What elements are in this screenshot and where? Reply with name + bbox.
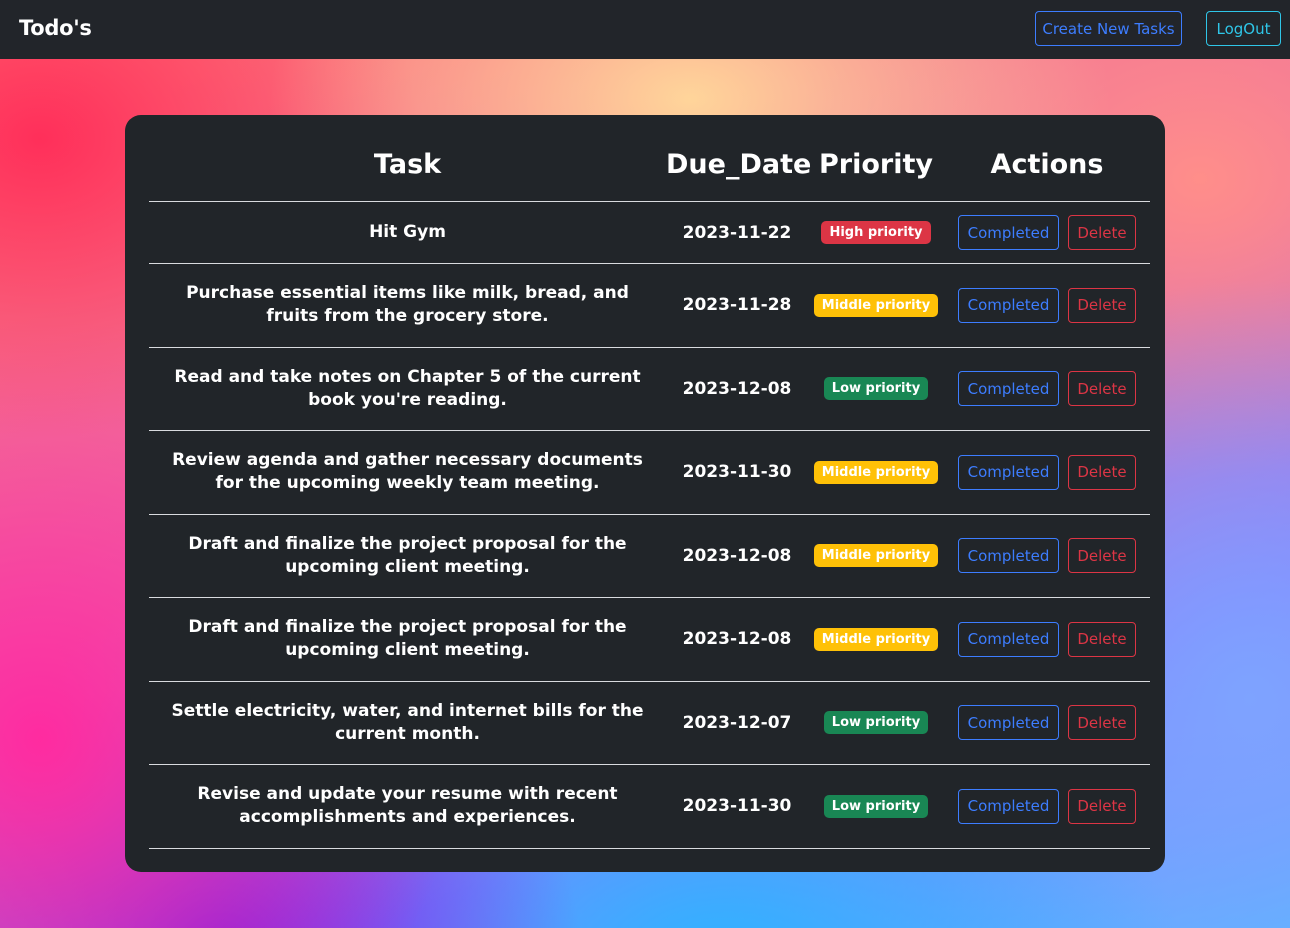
due-date: 2023-12-08 <box>682 378 792 399</box>
task-text: Review agenda and gather necessary docum… <box>172 450 643 493</box>
table-row: Read and take notes on Chapter 5 of the … <box>149 347 1150 431</box>
completed-button[interactable]: Completed <box>958 454 1059 490</box>
due-date: 2023-11-30 <box>682 462 792 482</box>
due-date: 2023-12-08 <box>682 545 792 566</box>
delete-button[interactable]: Delete <box>1068 788 1136 824</box>
due-date: 2023-11-30 <box>682 796 792 816</box>
priority-badge: Middle priority <box>813 544 939 567</box>
actions-cell: Completed Delete <box>944 597 1150 681</box>
completed-button[interactable]: Completed <box>958 215 1059 250</box>
task-text: Revise and update your resume with recen… <box>197 784 618 827</box>
due-date: 2023-12-08 <box>682 629 792 649</box>
task-text: Read and take notes on Chapter 5 of the … <box>174 366 641 410</box>
completed-button[interactable]: Completed <box>958 538 1059 573</box>
completed-button[interactable]: Completed <box>958 621 1059 657</box>
completed-button[interactable]: Completed <box>958 371 1059 406</box>
actions-cell: Completed Delete <box>944 202 1150 263</box>
priority-cell: Middle priority <box>808 430 944 514</box>
table-row: Draft and finalize the project proposal … <box>149 514 1150 598</box>
header-actions: Actions <box>990 149 1104 180</box>
actions-cell: Completed Delete <box>944 347 1150 430</box>
actions-cell: Completed Delete <box>944 681 1150 764</box>
task-text: Settle electricity, water, and internet … <box>171 700 644 744</box>
logout-button[interactable]: LogOut <box>1206 11 1281 46</box>
delete-button[interactable]: Delete <box>1068 287 1136 323</box>
priority-badge: Middle priority <box>813 293 939 317</box>
delete-button[interactable]: Delete <box>1068 621 1136 657</box>
priority-cell: Middle priority <box>808 263 944 347</box>
header-due-date: Due_Date <box>666 149 812 180</box>
header-priority: Priority <box>819 149 933 180</box>
actions-cell: Completed Delete <box>944 514 1150 597</box>
task-text: Draft and finalize the project proposal … <box>188 617 627 660</box>
priority-badge: Middle priority <box>813 460 939 484</box>
table-row: Settle electricity, water, and internet … <box>149 681 1150 765</box>
brand-title[interactable]: Todo's <box>19 16 92 40</box>
actions-cell: Completed Delete <box>944 764 1150 848</box>
task-text: Draft and finalize the project proposal … <box>188 533 627 577</box>
priority-cell: Low priority <box>808 347 944 430</box>
table-row: Hit Gym 2023-11-22 High priority Completed D… <box>149 202 1150 264</box>
priority-cell: High priority <box>808 202 944 263</box>
table-row: Revise and update your resume with recen… <box>149 764 1150 849</box>
delete-button[interactable]: Delete <box>1068 705 1136 740</box>
priority-badge: High priority <box>821 221 931 244</box>
actions-cell: Completed Delete <box>944 430 1150 514</box>
priority-badge: Low priority <box>823 711 929 734</box>
priority-badge: Low priority <box>823 377 929 400</box>
navbar: Todo's Create New Tasks LogOut <box>0 0 1290 59</box>
header-task: Task <box>373 149 442 180</box>
due-date: 2023-11-28 <box>682 295 792 315</box>
task-text: Purchase essential items like milk, brea… <box>186 283 629 326</box>
delete-button[interactable]: Delete <box>1068 538 1136 573</box>
task-text: Hit Gym <box>369 222 446 242</box>
create-new-tasks-button[interactable]: Create New Tasks <box>1035 11 1182 46</box>
due-date: 2023-12-07 <box>682 712 792 733</box>
priority-badge: Middle priority <box>813 627 939 651</box>
completed-button[interactable]: Completed <box>958 287 1059 323</box>
priority-cell: Low priority <box>808 681 944 764</box>
due-date: 2023-11-22 <box>682 222 792 243</box>
delete-button[interactable]: Delete <box>1068 454 1136 490</box>
table-row: Draft and finalize the project proposal … <box>149 597 1150 682</box>
todo-card: Task Due_Date Priority Actions Hit Gym 20… <box>125 115 1165 872</box>
delete-button[interactable]: Delete <box>1068 371 1136 406</box>
delete-button[interactable]: Delete <box>1068 215 1136 250</box>
priority-cell: Low priority <box>808 764 944 848</box>
priority-cell: Middle priority <box>808 514 944 597</box>
priority-cell: Middle priority <box>808 597 944 681</box>
table-header: Task Due_Date Priority Actions <box>149 115 1150 202</box>
completed-button[interactable]: Completed <box>958 705 1059 740</box>
priority-badge: Low priority <box>823 794 929 818</box>
table-row: Purchase essential items like milk, brea… <box>149 263 1150 348</box>
completed-button[interactable]: Completed <box>958 788 1059 824</box>
actions-cell: Completed Delete <box>944 263 1150 347</box>
table-row: Review agenda and gather necessary docum… <box>149 430 1150 515</box>
